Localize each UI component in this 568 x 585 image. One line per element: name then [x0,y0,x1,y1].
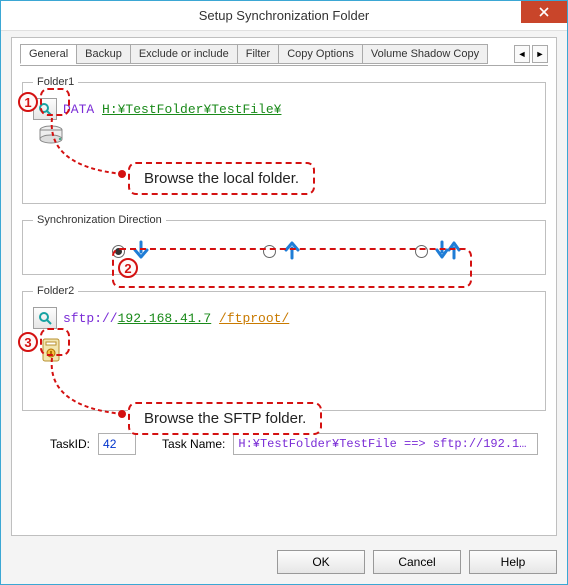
taskid-input[interactable] [98,433,136,455]
direction-down-option[interactable] [107,240,150,260]
direction-down-radio[interactable] [112,245,125,258]
close-icon [539,7,549,17]
drive-icon [37,124,65,146]
folder2-scheme: sftp:// [63,311,118,326]
folder2-legend: Folder2 [33,285,78,297]
annotation-number-2: 2 [118,258,138,278]
magnifier-icon [38,102,52,116]
folder1-pathline: DATA H:¥TestFolder¥TestFile¥ [33,98,535,120]
annotation-tip-2: Browse the SFTP folder. [128,402,322,435]
server-icon [37,335,65,365]
tab-vss[interactable]: Volume Shadow Copy [362,44,488,64]
cancel-button[interactable]: Cancel [373,550,461,574]
direction-up-radio[interactable] [263,245,276,258]
tab-general[interactable]: General [20,44,77,64]
sync-direction-legend: Synchronization Direction [33,214,166,226]
tab-bar: General Backup Exclude or include Filter… [20,42,548,66]
direction-up-option[interactable] [258,240,301,260]
close-button[interactable] [521,1,567,23]
tab-filter[interactable]: Filter [237,44,279,64]
folder2-host: 192.168.41.7 [118,311,212,326]
tab-scroll-left[interactable]: ◄ [514,45,530,63]
folder2-pathline: sftp://192.168.41.7 /ftproot/ [33,307,535,329]
tab-scroll-right[interactable]: ► [532,45,548,63]
tab-exclude[interactable]: Exclude or include [130,44,238,64]
folder1-path: DATA H:¥TestFolder¥TestFile¥ [63,102,281,117]
folder2-browse-button[interactable] [33,307,57,329]
annotation-number-1: 1 [18,92,38,112]
annotation-number-3: 3 [18,332,38,352]
tab-copyoptions[interactable]: Copy Options [278,44,363,64]
folder2-path: sftp://192.168.41.7 /ftproot/ [63,311,289,326]
arrow-up-icon [283,240,301,260]
content-panel: General Backup Exclude or include Filter… [11,37,557,536]
folder2-subpath: /ftproot/ [219,311,289,326]
window-title: Setup Synchronization Folder [199,8,370,23]
tab-scroll: ◄ ► [512,45,548,63]
help-button[interactable]: Help [469,550,557,574]
tab-backup[interactable]: Backup [76,44,131,64]
folder1-legend: Folder1 [33,76,78,88]
button-bar: OK Cancel Help [277,550,557,574]
direction-row [33,236,535,264]
taskname-label: Task Name: [162,437,225,451]
folder1-type: DATA [63,102,94,117]
annotation-tip-1: Browse the local folder. [128,162,315,195]
ok-button[interactable]: OK [277,550,365,574]
folder1-drivepath: H:¥TestFolder¥TestFile¥ [102,102,281,117]
arrow-down-icon [132,240,150,260]
direction-both-radio[interactable] [415,245,428,258]
arrow-both-icon [435,240,461,260]
taskid-label: TaskID: [50,437,90,451]
direction-both-option[interactable] [410,240,461,260]
folder2-group: Folder2 sftp://192.168.41.7 /ftproot/ [22,285,546,411]
taskname-input[interactable] [233,433,538,455]
titlebar: Setup Synchronization Folder [1,1,567,31]
dialog-window: Setup Synchronization Folder General Bac… [0,0,568,585]
magnifier-icon [38,311,52,325]
sync-direction-group: Synchronization Direction [22,214,546,275]
